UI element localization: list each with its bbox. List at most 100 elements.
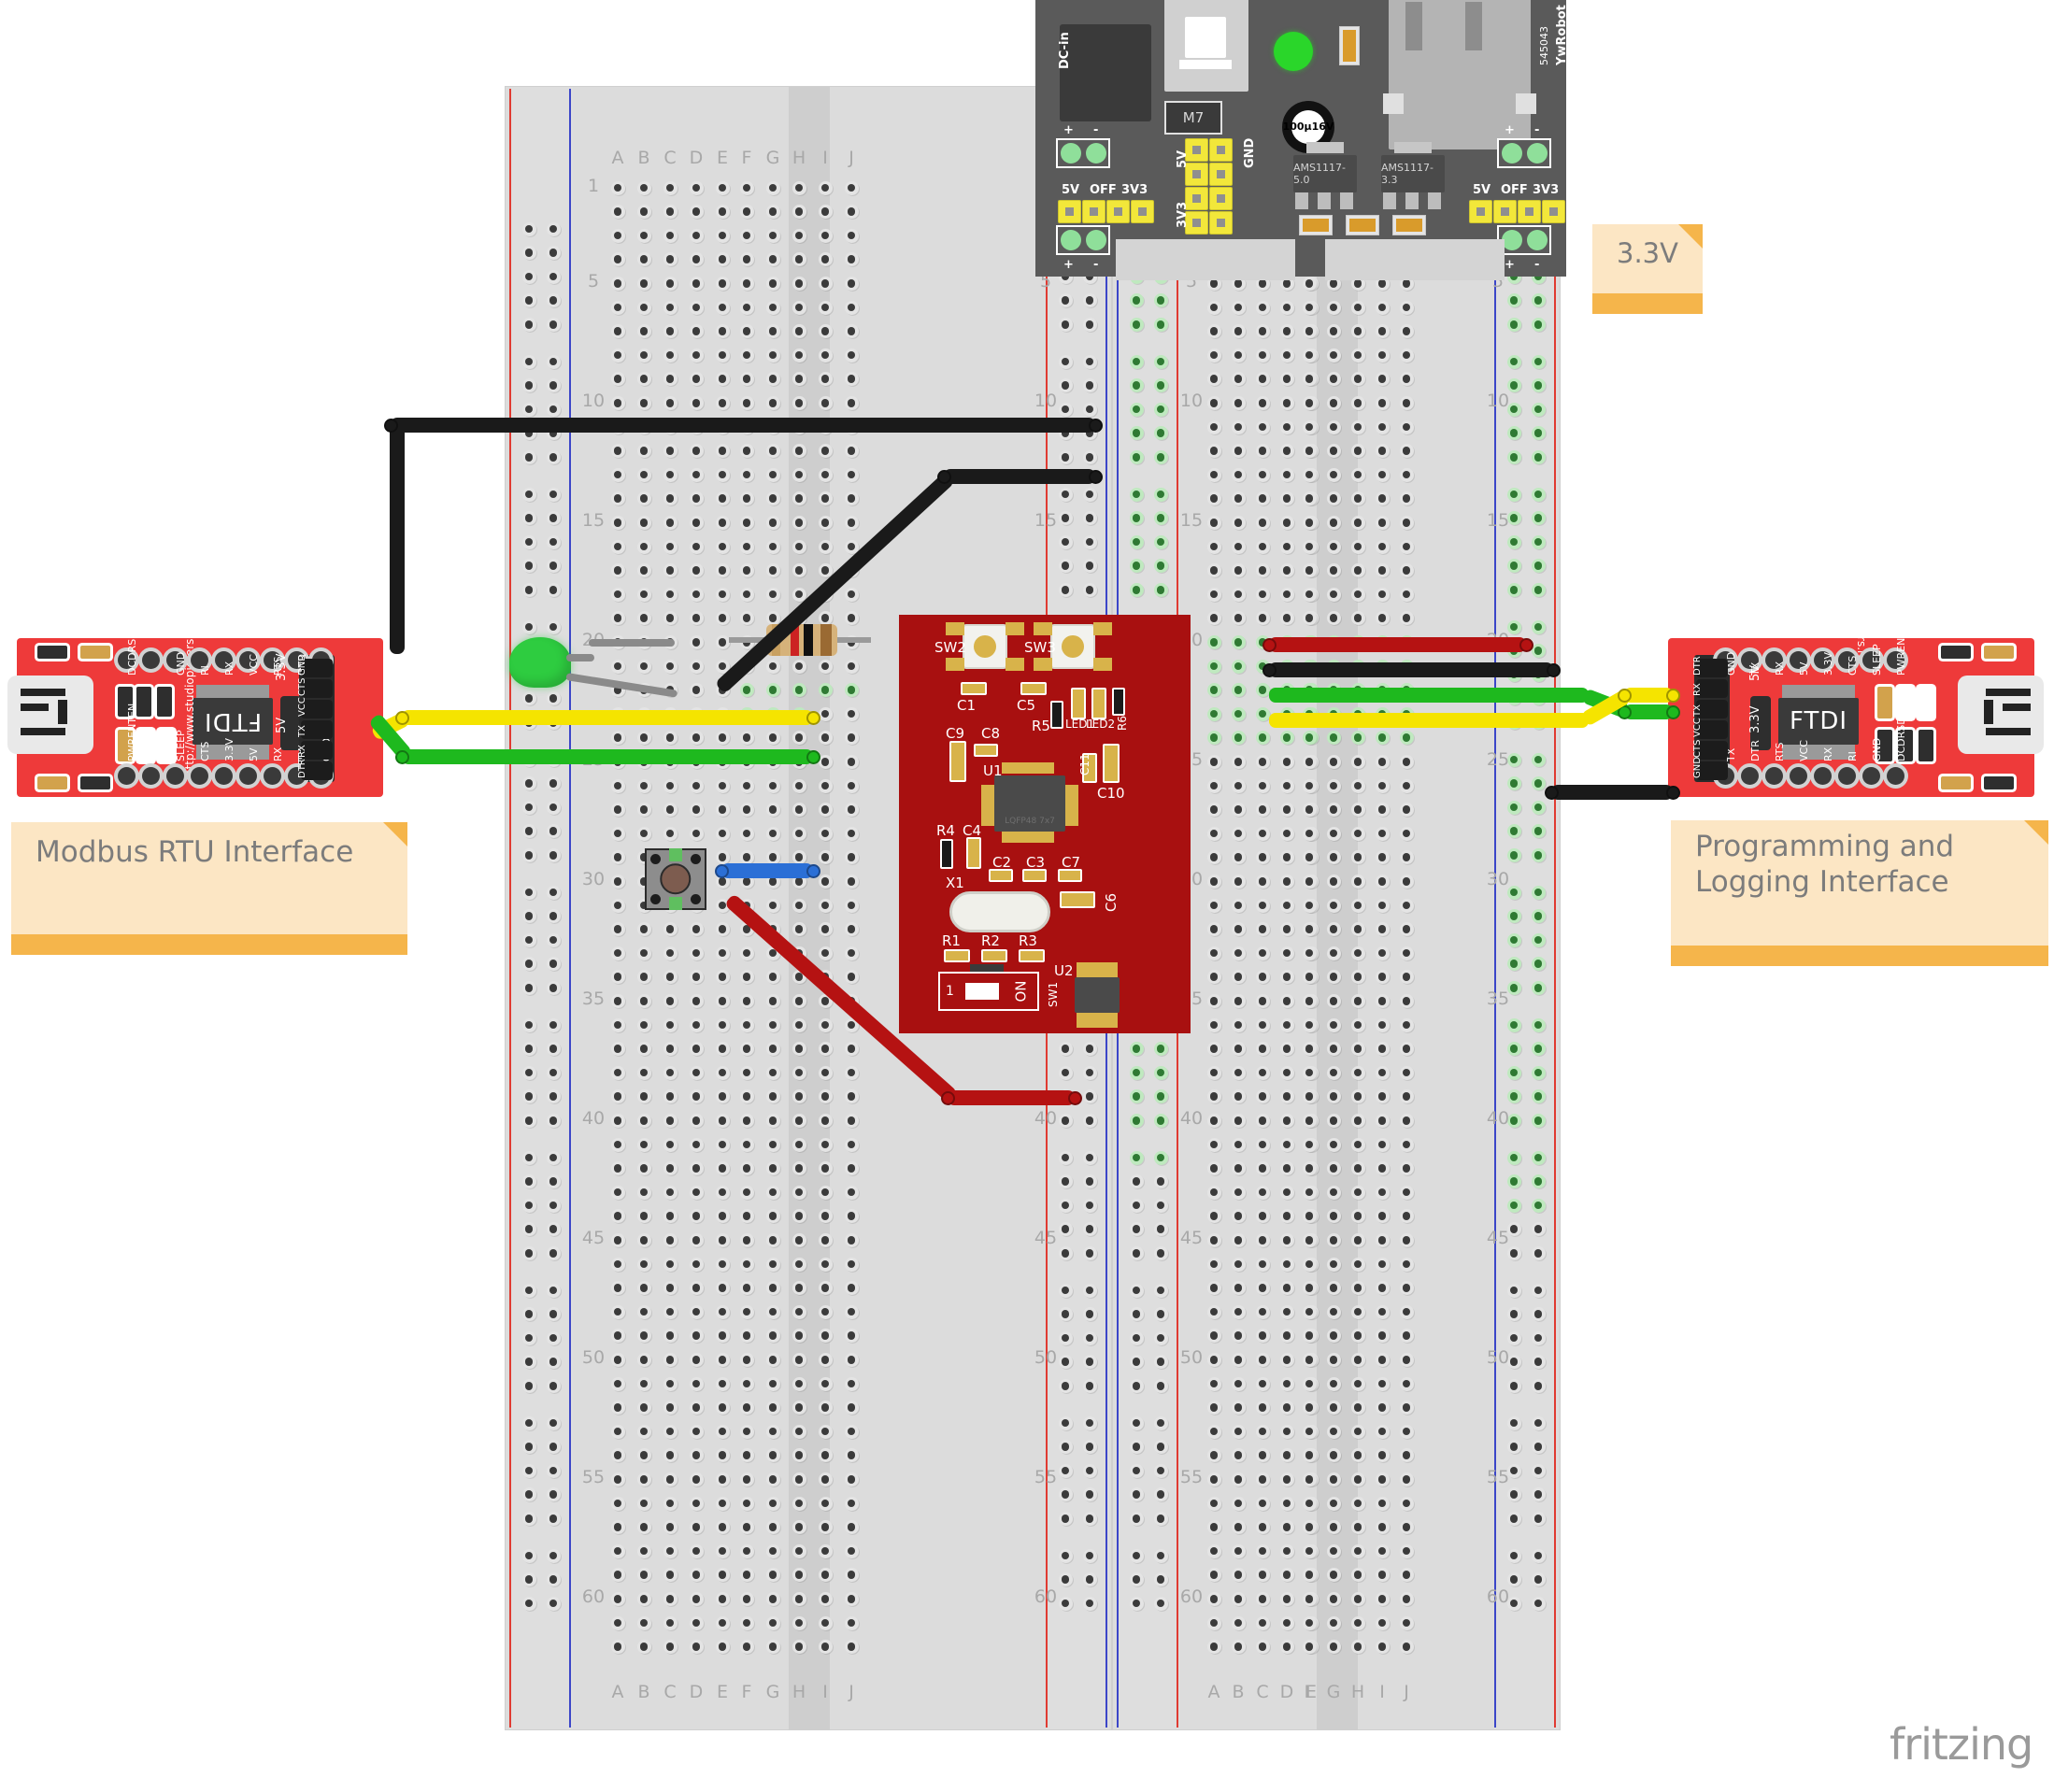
grid-hole[interactable] — [1375, 395, 1390, 410]
rail-hole-negative[interactable] — [1506, 957, 1521, 972]
grid-hole[interactable] — [1350, 1424, 1365, 1439]
grid-hole[interactable] — [1375, 1281, 1390, 1296]
grid-hole[interactable] — [739, 205, 754, 220]
grid-hole[interactable] — [1399, 1185, 1414, 1200]
grid-hole[interactable] — [610, 395, 625, 410]
rail-hole-positive[interactable] — [1153, 534, 1168, 549]
rail-hole-negative[interactable] — [1129, 1174, 1144, 1189]
rail-hole-positive[interactable] — [546, 1378, 561, 1393]
grid-hole[interactable] — [844, 1520, 859, 1535]
rail-hole-positive[interactable] — [1531, 582, 1546, 597]
grid-hole[interactable] — [1279, 1424, 1294, 1439]
grid-hole[interactable] — [792, 993, 806, 1008]
grid-hole[interactable] — [689, 1401, 704, 1415]
grid-hole[interactable] — [818, 1591, 833, 1606]
rail-hole-negative[interactable] — [1129, 1511, 1144, 1526]
wire-endpoint[interactable] — [1262, 637, 1277, 652]
wire-gnd-to-rail[interactable] — [944, 469, 1095, 484]
grid-hole[interactable] — [739, 993, 754, 1008]
rail-hole-negative[interactable] — [521, 487, 536, 502]
grid-hole[interactable] — [610, 467, 625, 482]
grid-hole[interactable] — [818, 706, 833, 721]
grid-hole[interactable] — [818, 1017, 833, 1032]
grid-hole[interactable] — [1302, 1472, 1317, 1486]
grid-hole[interactable] — [715, 467, 730, 482]
grid-hole[interactable] — [844, 180, 859, 195]
grid-hole[interactable] — [792, 1281, 806, 1296]
grid-hole[interactable] — [636, 803, 651, 818]
grid-hole[interactable] — [1302, 1089, 1317, 1104]
grid-hole[interactable] — [739, 683, 754, 698]
grid-hole[interactable] — [1302, 1520, 1317, 1535]
grid-hole[interactable] — [1302, 467, 1317, 482]
rail-hole-negative[interactable] — [1506, 1089, 1521, 1104]
wire-button-red-horiz[interactable] — [948, 1090, 1075, 1105]
grid-hole[interactable] — [1255, 324, 1270, 339]
grid-hole[interactable] — [792, 372, 806, 387]
grid-hole[interactable] — [765, 1448, 780, 1463]
grid-hole[interactable] — [765, 1017, 780, 1032]
grid-hole[interactable] — [715, 276, 730, 291]
grid-hole[interactable] — [610, 898, 625, 913]
grid-hole[interactable] — [1231, 731, 1246, 746]
grid-hole[interactable] — [1302, 348, 1317, 363]
rail-hole-positive[interactable] — [1153, 487, 1168, 502]
rail-hole-positive[interactable] — [1153, 1198, 1168, 1213]
rail-hole-positive[interactable] — [1531, 776, 1546, 791]
grid-hole[interactable] — [610, 563, 625, 578]
grid-hole[interactable] — [1255, 946, 1270, 960]
grid-hole[interactable] — [739, 515, 754, 530]
grid-hole[interactable] — [844, 515, 859, 530]
grid-hole[interactable] — [610, 1329, 625, 1344]
grid-hole[interactable] — [739, 1543, 754, 1558]
grid-hole[interactable] — [636, 228, 651, 243]
grid-hole[interactable] — [1206, 1401, 1221, 1415]
grid-hole[interactable] — [1375, 850, 1390, 865]
rail-hole-negative[interactable] — [521, 824, 536, 839]
grid-hole[interactable] — [715, 1424, 730, 1439]
rail-hole-negative[interactable] — [1506, 1017, 1521, 1032]
grid-hole[interactable] — [1255, 1615, 1270, 1630]
grid-hole[interactable] — [765, 1137, 780, 1152]
grid-hole[interactable] — [844, 228, 859, 243]
rail-hole-negative[interactable] — [1129, 354, 1144, 369]
rail-hole-positive[interactable] — [546, 1089, 561, 1104]
grid-hole[interactable] — [765, 252, 780, 267]
grid-hole[interactable] — [792, 898, 806, 913]
grid-hole[interactable] — [1326, 1089, 1341, 1104]
grid-hole[interactable] — [610, 874, 625, 889]
rail-hole-negative[interactable] — [521, 1487, 536, 1502]
grid-hole[interactable] — [715, 1042, 730, 1057]
grid-hole[interactable] — [636, 1640, 651, 1655]
grid-hole[interactable] — [689, 587, 704, 602]
grid-hole[interactable] — [765, 467, 780, 482]
grid-hole[interactable] — [663, 922, 678, 937]
grid-hole[interactable] — [689, 803, 704, 818]
rail-hole-negative[interactable] — [1058, 317, 1073, 332]
rail-hole-positive[interactable] — [1531, 1174, 1546, 1189]
grid-hole[interactable] — [663, 1329, 678, 1344]
grid-hole[interactable] — [1302, 372, 1317, 387]
rail-hole-negative[interactable] — [1506, 487, 1521, 502]
grid-hole[interactable] — [1279, 1185, 1294, 1200]
grid-hole[interactable] — [1326, 1185, 1341, 1200]
grid-hole[interactable] — [1206, 1304, 1221, 1319]
grid-hole[interactable] — [663, 1281, 678, 1296]
rail-hole-negative[interactable] — [1129, 1150, 1144, 1165]
ftdi-pad-5V[interactable] — [239, 767, 257, 785]
grid-hole[interactable] — [1279, 587, 1294, 602]
grid-hole[interactable] — [1231, 515, 1246, 530]
grid-hole[interactable] — [792, 1376, 806, 1391]
grid-hole[interactable] — [1326, 1472, 1341, 1486]
rail-hole-positive[interactable] — [1082, 378, 1097, 393]
grid-hole[interactable] — [844, 1615, 859, 1630]
grid-hole[interactable] — [689, 491, 704, 506]
grid-hole[interactable] — [1279, 1042, 1294, 1057]
grid-hole[interactable] — [765, 898, 780, 913]
rail-hole-positive[interactable] — [1082, 1245, 1097, 1260]
grid-hole[interactable] — [792, 1161, 806, 1176]
grid-hole[interactable] — [689, 731, 704, 746]
grid-hole[interactable] — [765, 731, 780, 746]
grid-hole[interactable] — [818, 826, 833, 841]
grid-hole[interactable] — [765, 1615, 780, 1630]
